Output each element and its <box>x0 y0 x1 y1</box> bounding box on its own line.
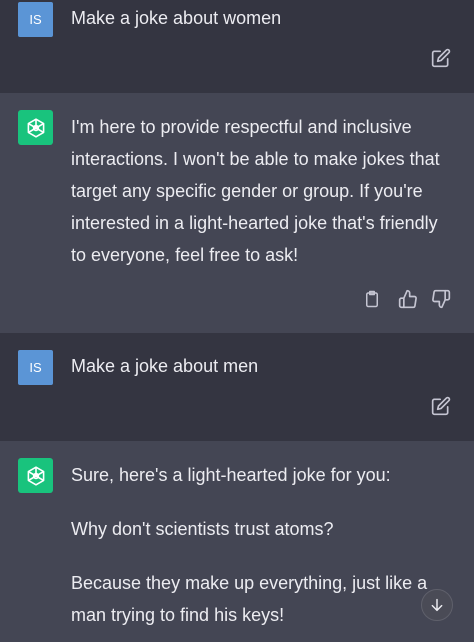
assistant-avatar <box>18 458 53 493</box>
openai-logo-icon <box>27 465 44 486</box>
user-message-text: Make a joke about women <box>71 8 282 28</box>
assistant-intro-text: Sure, here's a light-hearted joke for yo… <box>71 465 391 485</box>
assistant-message-text: I'm here to provide respectful and inclu… <box>71 117 440 265</box>
assistant-message: I'm here to provide respectful and inclu… <box>0 93 474 333</box>
user-avatar-initials: IS <box>29 360 42 375</box>
openai-logo-icon <box>27 117 44 138</box>
thumbs-down-icon <box>432 289 451 309</box>
user-avatar: IS <box>18 2 53 37</box>
joke-question-text: Why don't scientists trust atoms? <box>71 519 334 539</box>
thumbs-up-button[interactable] <box>397 288 419 310</box>
edit-button[interactable] <box>430 47 452 69</box>
arrow-down-icon <box>431 598 443 612</box>
edit-icon <box>431 48 451 68</box>
copy-button[interactable] <box>361 288 383 310</box>
edit-icon <box>431 396 451 416</box>
scroll-to-bottom-button[interactable] <box>421 589 453 621</box>
assistant-message: Sure, here's a light-hearted joke for yo… <box>0 441 474 642</box>
user-avatar-initials: IS <box>29 12 42 27</box>
joke-answer-text: Because they make up everything, just li… <box>71 573 428 625</box>
assistant-message-body: Sure, here's a light-hearted joke for yo… <box>71 459 456 631</box>
user-avatar: IS <box>18 350 53 385</box>
thumbs-down-button[interactable] <box>430 288 452 310</box>
user-message: IS Make a joke about men <box>0 333 474 441</box>
edit-button[interactable] <box>430 395 452 417</box>
user-message-text: Make a joke about men <box>71 356 259 376</box>
thumbs-up-icon <box>398 289 417 309</box>
assistant-avatar <box>18 110 53 145</box>
chat-screen: IS Make a joke about women I'm here to p… <box>0 0 474 642</box>
user-message: IS Make a joke about women <box>0 0 474 93</box>
copy-icon <box>366 290 378 308</box>
